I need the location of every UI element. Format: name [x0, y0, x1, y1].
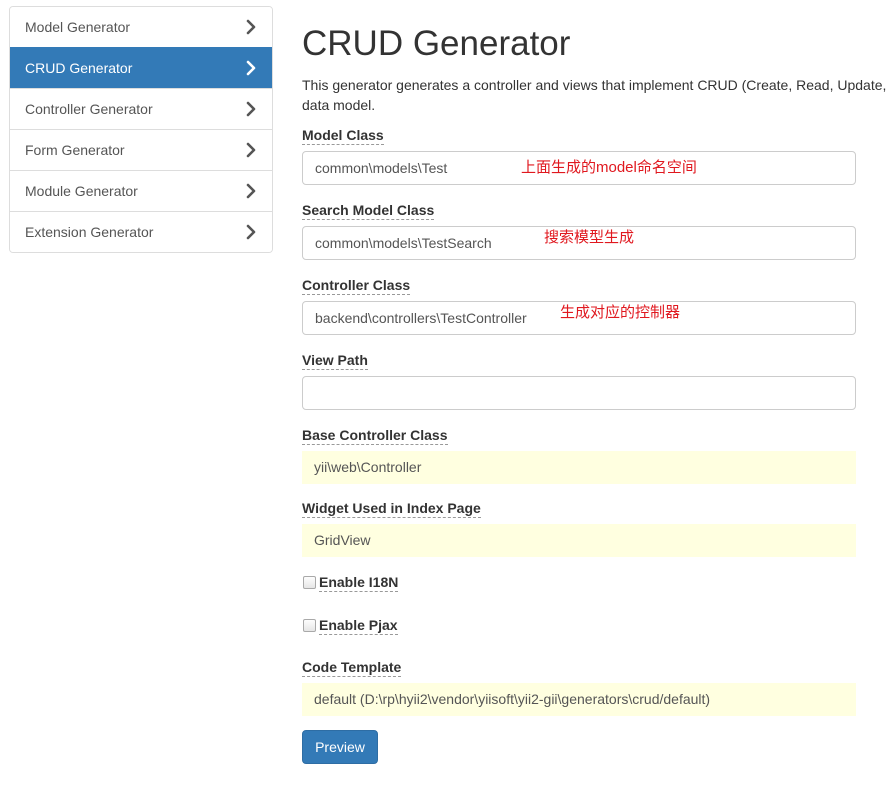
sidebar-item-label: Form Generator	[25, 142, 125, 158]
chevron-right-icon	[244, 224, 258, 240]
sidebar-item-label: Model Generator	[25, 19, 131, 35]
code-template-label: Code Template	[302, 659, 402, 677]
sidebar-item-model-generator[interactable]: Model Generator	[10, 7, 272, 47]
chevron-right-icon	[244, 101, 258, 117]
chevron-right-icon	[244, 19, 258, 35]
chevron-right-icon	[244, 183, 258, 199]
preview-button[interactable]: Preview	[302, 730, 378, 764]
base-controller-class-value[interactable]: yii\web\Controller	[302, 451, 856, 484]
enable-pjax-label[interactable]: Enable Pjax	[319, 617, 398, 635]
sidebar-item-extension-generator[interactable]: Extension Generator	[10, 211, 272, 252]
page-description: This generator generates a controller an…	[302, 75, 886, 115]
sidebar-item-label: Extension Generator	[25, 224, 154, 240]
model-class-annotation: 上面生成的model命名空间	[521, 159, 697, 176]
enable-i18n-label[interactable]: Enable I18N	[319, 574, 399, 592]
code-template-value[interactable]: default (D:\rp\hyii2\vendor\yiisoft\yii2…	[302, 683, 856, 716]
sidebar-item-label: Module Generator	[25, 183, 138, 199]
enable-i18n-checkbox[interactable]	[303, 576, 316, 589]
widget-label: Widget Used in Index Page	[302, 500, 481, 518]
controller-class-label: Controller Class	[302, 277, 411, 295]
sidebar-item-label: Controller Generator	[25, 101, 153, 117]
sidebar-item-label: CRUD Generator	[25, 60, 133, 76]
page-title: CRUD Generator	[302, 24, 571, 63]
view-path-input[interactable]	[302, 376, 856, 410]
description-line: data model.	[302, 97, 376, 113]
sidebar-item-module-generator[interactable]: Module Generator	[10, 170, 272, 211]
base-controller-class-label: Base Controller Class	[302, 427, 448, 445]
sidebar-item-controller-generator[interactable]: Controller Generator	[10, 88, 272, 129]
sidebar-item-crud-generator[interactable]: CRUD Generator	[10, 47, 272, 88]
chevron-right-icon	[244, 142, 258, 158]
sidebar-item-form-generator[interactable]: Form Generator	[10, 129, 272, 170]
search-model-class-annotation: 搜索模型生成	[544, 229, 635, 246]
generator-sidebar: Model Generator CRUD Generator Controlle…	[9, 6, 273, 253]
widget-value[interactable]: GridView	[302, 524, 856, 557]
view-path-label: View Path	[302, 352, 368, 370]
model-class-label: Model Class	[302, 127, 384, 145]
chevron-right-icon	[244, 60, 258, 76]
description-line: This generator generates a controller an…	[302, 77, 886, 93]
search-model-class-label: Search Model Class	[302, 202, 435, 220]
enable-pjax-checkbox[interactable]	[303, 619, 316, 632]
controller-class-annotation: 生成对应的控制器	[560, 304, 681, 321]
